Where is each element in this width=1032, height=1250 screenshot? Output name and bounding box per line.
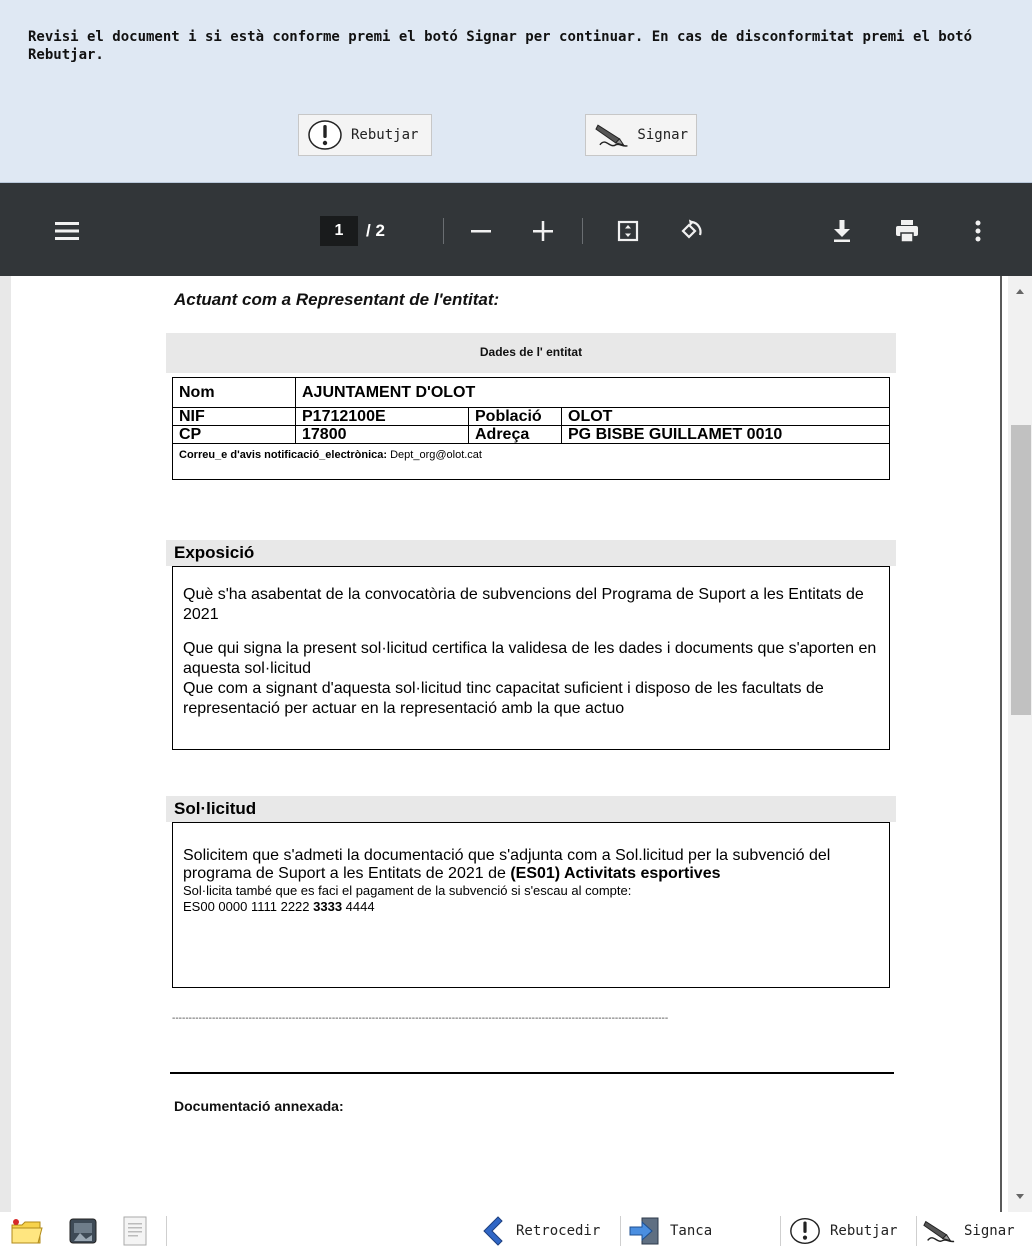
bottom-reject-button[interactable]: Rebutjar xyxy=(788,1212,897,1250)
page-number-input[interactable]: 1 xyxy=(320,216,358,246)
email-value: Dept_org@olot.cat xyxy=(390,449,482,461)
toolbar-divider xyxy=(582,218,583,244)
scrollbar-thumb[interactable] xyxy=(1011,425,1031,715)
total-pages: 2 xyxy=(375,221,385,240)
email-label: Correu_e d'avis notificació_electrònica: xyxy=(179,449,388,461)
warning-icon xyxy=(308,120,342,150)
viewport-left-edge xyxy=(0,276,11,1212)
image-icon xyxy=(69,1218,97,1244)
exposicio-box: Què s'ha asabentat de la convocatòria de… xyxy=(172,566,890,750)
sign-button-label: Signar xyxy=(637,127,688,143)
exposicio-paragraph-2: Que qui signa la present sol·licitud cer… xyxy=(183,640,877,677)
download-icon[interactable] xyxy=(826,215,858,247)
instruction-text: Revisi el document i si està conforme pr… xyxy=(28,29,973,63)
solicitud-paragraph-2: Sol·licita també que es faci el pagament… xyxy=(183,883,632,898)
representative-title: Actuant com a Representant de l'entitat: xyxy=(174,290,500,309)
bottom-divider xyxy=(780,1216,781,1246)
scroll-up-icon[interactable] xyxy=(1015,288,1025,295)
pen-sign-icon xyxy=(595,124,628,147)
poblacio-label: Població xyxy=(468,407,562,426)
email-row: Correu_e d'avis notificació_electrònica:… xyxy=(172,443,890,480)
exit-door-icon xyxy=(629,1217,659,1245)
bottom-divider xyxy=(916,1216,917,1246)
fit-page-icon[interactable] xyxy=(612,215,644,247)
entity-table: Nom AJUNTAMENT D'OLOT NIF P1712100E Pobl… xyxy=(172,377,890,480)
scroll-down-icon[interactable] xyxy=(1015,1193,1025,1200)
account-number: ES00 0000 1111 2222 3333 4444 xyxy=(183,899,879,915)
entity-header: Dades de l' entitat xyxy=(479,345,583,359)
zoom-out-icon[interactable] xyxy=(466,216,496,246)
more-options-icon[interactable] xyxy=(964,215,992,247)
back-arrow-icon xyxy=(483,1216,503,1246)
back-button[interactable]: Retrocedir xyxy=(478,1212,600,1250)
solicitud-title: Sol·licitud xyxy=(166,796,896,822)
cp-label: CP xyxy=(172,425,296,444)
horizontal-rule xyxy=(170,1072,894,1074)
close-button-label: Tanca xyxy=(670,1223,713,1239)
exposicio-title: Exposició xyxy=(166,540,896,566)
bottom-sign-label: Signar xyxy=(964,1223,1015,1239)
poblacio-value: OLOT xyxy=(561,407,890,426)
exposicio-paragraph-1: Què s'ha asabentat de la convocatòria de… xyxy=(183,586,864,623)
back-button-label: Retrocedir xyxy=(516,1223,601,1239)
bottom-sign-button[interactable]: Signar xyxy=(922,1212,1015,1250)
print-icon[interactable] xyxy=(890,215,924,247)
exposicio-paragraph-3: Que com a signant d'aquesta sol·licitud … xyxy=(183,680,824,717)
page-separator: / xyxy=(366,221,371,240)
solicitud-activity: (ES01) Activitats esportives xyxy=(510,865,721,882)
annex-title: Documentació annexada: xyxy=(174,1098,344,1114)
folder-icon xyxy=(11,1219,43,1244)
vertical-scrollbar[interactable] xyxy=(1008,276,1032,1212)
close-button[interactable]: Tanca xyxy=(628,1212,712,1250)
zoom-in-icon[interactable] xyxy=(528,216,558,246)
adreca-label: Adreça xyxy=(468,425,562,444)
document-icon xyxy=(123,1216,147,1246)
account-part-2: 3333 xyxy=(313,899,343,914)
menu-icon[interactable] xyxy=(50,215,84,247)
warning-icon xyxy=(790,1218,820,1244)
rotate-icon[interactable] xyxy=(674,215,708,247)
page-total: / 2 xyxy=(366,216,385,246)
account-part-1: ES00 0000 1111 2222 xyxy=(183,899,314,914)
document-button[interactable] xyxy=(118,1212,160,1250)
bottom-reject-label: Rebutjar xyxy=(830,1223,898,1239)
solicitud-text: Solicitem que s'admeti la documentació q… xyxy=(183,847,831,882)
pdf-toolbar xyxy=(0,183,1032,276)
adreca-value: PG BISBE GUILLAMET 0010 xyxy=(561,425,890,444)
nom-value: AJUNTAMENT D'OLOT xyxy=(295,377,890,408)
nom-label: Nom xyxy=(172,377,296,408)
solicitud-paragraph-1: Solicitem que s'admeti la documentació q… xyxy=(183,847,879,883)
toolbar-divider xyxy=(443,218,444,244)
page-edge xyxy=(1000,276,1002,1212)
sign-button[interactable]: Signar xyxy=(585,114,697,156)
nif-label: NIF xyxy=(172,407,296,426)
bottom-divider xyxy=(166,1216,167,1246)
bottom-divider xyxy=(620,1216,621,1246)
folder-button[interactable] xyxy=(10,1212,52,1250)
reject-button-label: Rebutjar xyxy=(351,127,419,143)
reject-button[interactable]: Rebutjar xyxy=(298,114,432,156)
account-part-3: 4444 xyxy=(342,899,375,914)
pen-sign-icon xyxy=(923,1220,955,1243)
cp-value: 17800 xyxy=(295,425,469,444)
solicitud-box: Solicitem que s'admeti la documentació q… xyxy=(172,822,890,988)
dashed-separator: ----------------------------------------… xyxy=(172,1013,669,1024)
nif-value: P1712100E xyxy=(295,407,469,426)
image-button[interactable] xyxy=(66,1212,108,1250)
